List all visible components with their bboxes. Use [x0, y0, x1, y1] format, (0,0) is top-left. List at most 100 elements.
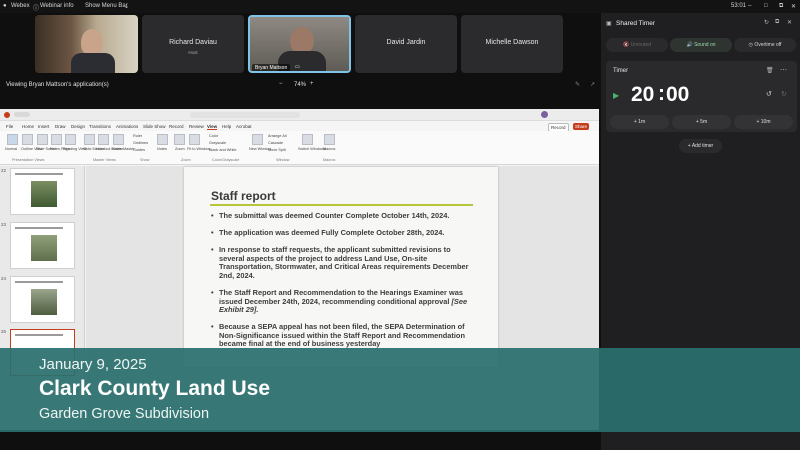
ribbon-group-label: Window [276, 158, 290, 162]
share-button[interactable]: Share [573, 123, 590, 130]
menu-design[interactable]: Design [71, 124, 85, 129]
bullet-item: The Staff Report and Recommendation to t… [211, 288, 473, 315]
ruler-checkbox[interactable]: Ruler [133, 134, 142, 138]
menu-record[interactable]: Record [169, 124, 184, 129]
menu-help[interactable]: Help [222, 124, 231, 129]
ppt-title-bar [0, 109, 599, 121]
maximize-icon[interactable]: □ [764, 3, 768, 9]
top-bar: ● Webex ⓘ Webinar info Show Menu Bar ⌄ 5… [0, 0, 800, 13]
move-split-option[interactable]: Move Split [268, 148, 286, 152]
guides-checkbox[interactable]: Guides [133, 148, 145, 152]
macros-button[interactable] [324, 134, 335, 145]
chevron-down-icon[interactable]: ⌄ [124, 3, 129, 10]
menu-acrobat[interactable]: Acrobat [236, 124, 252, 129]
participant-tile-active-speaker[interactable]: Bryan Mattson ▭ [248, 15, 351, 73]
switch-windows-button[interactable] [302, 134, 313, 145]
ppt-menu-bar: File Home Insert Draw Design Transitions… [0, 121, 599, 132]
add-10m-button[interactable]: + 10m [734, 115, 793, 129]
add-timer-button[interactable]: + Add timer [679, 139, 722, 153]
slide-canvas[interactable]: Staff report The submittal was deemed Co… [184, 167, 498, 367]
ribbon-group-label: Color/Grayscale [212, 158, 240, 162]
slide-sorter-button[interactable] [37, 134, 48, 145]
cascade-option[interactable]: Cascade [268, 141, 283, 145]
refresh-icon[interactable]: ↻ [764, 19, 769, 26]
ribbon-label: Macros [323, 147, 336, 151]
notes-master-button[interactable] [113, 134, 124, 145]
bullet-text: The Staff Report and Recommendation to t… [219, 288, 463, 306]
fit-to-window-button[interactable] [189, 134, 200, 145]
slide-thumbnail[interactable] [10, 276, 75, 323]
notes-page-button[interactable] [51, 134, 62, 145]
menu-view[interactable]: View [207, 124, 218, 130]
menu-transitions[interactable]: Transitions [89, 124, 111, 129]
search-box[interactable] [190, 112, 300, 118]
add-5m-button[interactable]: + 5m [672, 115, 731, 129]
add-1m-button[interactable]: + 1m [610, 115, 669, 129]
ribbon-label: Notes [157, 147, 167, 151]
minimize-icon[interactable]: – [748, 3, 751, 9]
participant-tile-host[interactable]: Richard Daviau Host [142, 15, 244, 73]
play-icon[interactable]: ▶ [613, 91, 619, 100]
sound-on-label: Sound on [694, 42, 716, 48]
menu-draw[interactable]: Draw [55, 124, 66, 129]
ribbon-label: Switch Windows [298, 147, 326, 151]
annotate-icon[interactable]: ✎ [575, 81, 580, 88]
pop-out-icon[interactable]: ↗ [590, 81, 595, 88]
close-panel-icon[interactable]: ✕ [787, 19, 792, 26]
delete-icon[interactable]: 🗑 [766, 67, 774, 74]
panel-title: Shared Timer [616, 20, 656, 27]
overtime-off-toggle[interactable]: ◷ Overtime off [734, 38, 796, 52]
ribbon-group-label: Presentation Views [12, 158, 45, 162]
notes-button[interactable] [157, 134, 168, 145]
slide-thumbnail[interactable] [10, 168, 75, 215]
timer-label: Timer [613, 68, 629, 74]
arrange-all-option[interactable]: Arrange All [268, 134, 287, 138]
menu-review[interactable]: Review [189, 124, 204, 129]
webinar-info-button[interactable]: Webinar info [40, 3, 74, 9]
gridlines-checkbox[interactable]: Gridlines [133, 141, 148, 145]
show-menu-bar-button[interactable]: Show Menu Bar [85, 3, 128, 9]
restore-icon[interactable]: ⧉ [779, 3, 783, 10]
zoom-button[interactable] [174, 134, 185, 145]
loop-icon[interactable]: ↻ [781, 90, 787, 98]
participant-head [81, 29, 103, 55]
slide-title: Staff report [211, 189, 276, 203]
avatar[interactable] [541, 111, 548, 118]
info-icon: ⓘ [33, 6, 40, 12]
share-view-bar: Viewing Bryan Mattson's application(s) −… [0, 78, 600, 92]
menu-insert[interactable]: Insert [38, 124, 49, 129]
close-icon[interactable]: ✕ [791, 3, 796, 10]
timer-colon: : [658, 82, 665, 105]
handout-master-button[interactable] [98, 134, 109, 145]
grayscale-option[interactable]: Grayscale [209, 141, 226, 145]
zoom-level: 74% [294, 82, 307, 88]
title-underline [210, 204, 473, 206]
sound-on-toggle[interactable]: 🔊 Sound on [670, 38, 732, 52]
reading-view-button[interactable] [65, 134, 76, 145]
reset-icon[interactable]: ↺ [766, 90, 772, 98]
participant-tile[interactable]: David Jardin [355, 15, 457, 73]
pop-out-icon[interactable]: ⧉ [775, 19, 779, 26]
new-window-button[interactable] [252, 134, 263, 145]
bullet-item: The submittal was deemed Counter Complet… [211, 211, 473, 221]
outline-view-button[interactable] [22, 134, 33, 145]
participant-tile[interactable]: Michelle Dawson [461, 15, 563, 73]
mic-icon: 🔇 [623, 42, 631, 48]
normal-view-button[interactable] [7, 134, 18, 145]
participant-role: Host [188, 50, 198, 55]
participant-tile-video[interactable] [35, 15, 138, 73]
menu-file[interactable]: File [6, 124, 13, 129]
menu-slide-show[interactable]: Slide Show [143, 124, 166, 129]
slide-master-button[interactable] [84, 134, 95, 145]
zoom-in-button[interactable]: + [310, 81, 314, 87]
slide-thumbnail[interactable] [10, 222, 75, 269]
black-and-white-option[interactable]: Black and White [209, 148, 236, 152]
menu-home[interactable]: Home [22, 124, 34, 129]
color-option[interactable]: Color [209, 134, 218, 138]
zoom-out-button[interactable]: − [279, 81, 283, 87]
autosave-toggle[interactable] [14, 112, 30, 117]
unmuted-toggle[interactable]: 🔇 Unmuted [606, 38, 668, 52]
webex-icon: ● [3, 3, 7, 9]
menu-animations[interactable]: Animations [116, 124, 138, 129]
more-options-icon[interactable]: ⋯ [780, 66, 787, 74]
